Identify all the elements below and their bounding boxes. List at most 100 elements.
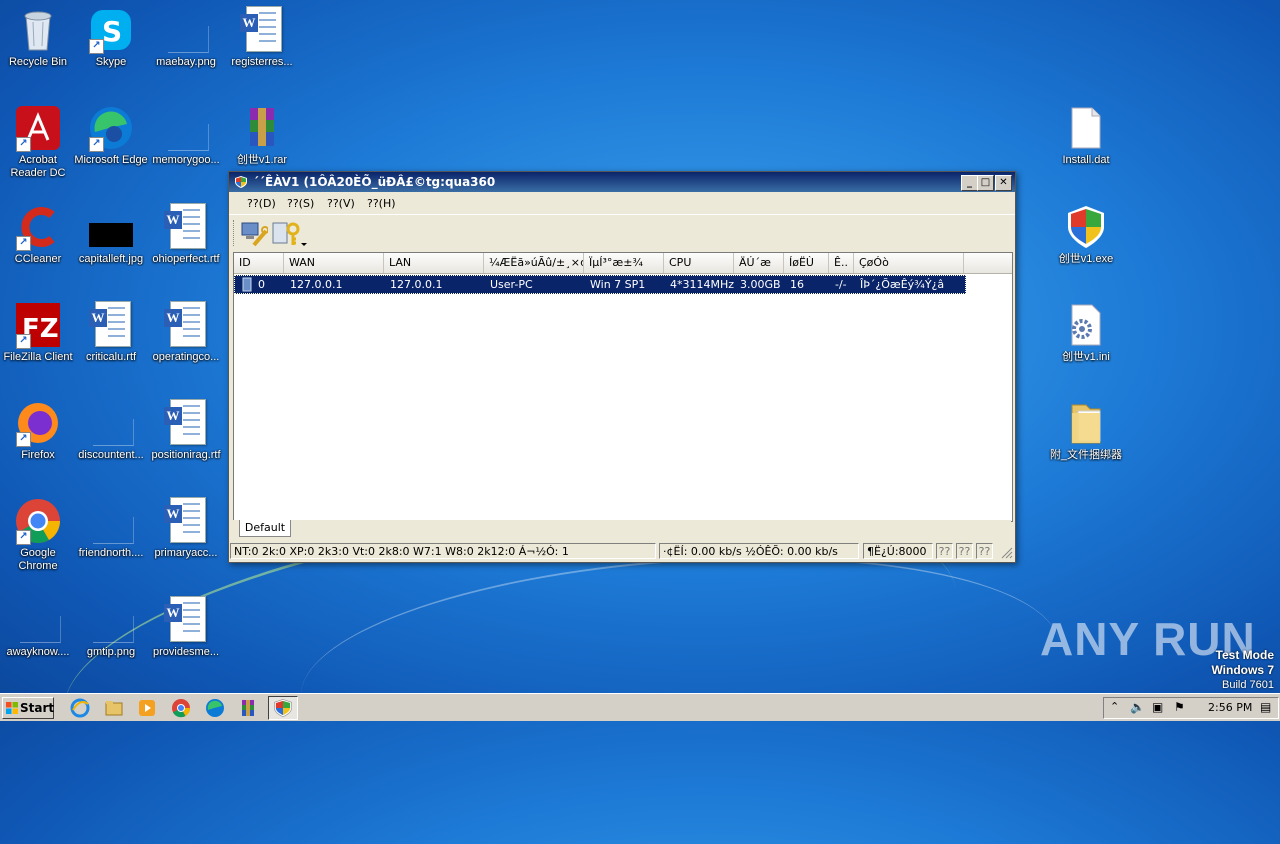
menu-item-s[interactable]: ??(S)	[287, 197, 314, 210]
skype-icon: S ↗	[87, 6, 135, 54]
volume-icon[interactable]: 🔈	[1130, 700, 1145, 714]
internet-explorer-icon[interactable]	[70, 698, 90, 718]
explorer-folder-icon[interactable]	[104, 698, 124, 718]
column-header-camera[interactable]: Ê..	[829, 253, 854, 273]
desktop-icon-positionirag[interactable]: W positionirag.rtf	[148, 399, 224, 462]
chrome-icon: ↗	[14, 497, 62, 545]
desktop-icon-friendnorth[interactable]: friendnorth....	[73, 497, 149, 560]
taskbar-app-remote-admin[interactable]	[268, 696, 298, 720]
table-row[interactable]: 0 127.0.0.1 127.0.0.1 User-PC Win 7 SP1 …	[234, 275, 966, 294]
computer-wrench-icon	[241, 222, 269, 247]
menu-item-v[interactable]: ??(V)	[327, 197, 355, 210]
show-hidden-icons-icon[interactable]: ⌃	[1110, 700, 1119, 713]
cell-cpu: 4*3114MHz	[670, 278, 735, 291]
winrar-icon[interactable]	[238, 698, 258, 718]
os-name-line: Windows 7	[1211, 663, 1274, 677]
desktop-icon-recycle-bin[interactable]: Recycle Bin	[0, 6, 76, 69]
desktop-icon-maebay[interactable]: maebay.png	[148, 6, 224, 69]
windows-logo-icon	[6, 702, 18, 714]
desktop-icon-edge[interactable]: ↗ Microsoft Edge	[73, 104, 149, 167]
status-indicator-3: ??	[976, 543, 993, 559]
desktop-icon-skype[interactable]: S ↗ Skype	[73, 6, 149, 69]
chrome-icon[interactable]	[171, 698, 191, 718]
key-computer-icon	[272, 222, 307, 246]
build-tool-button[interactable]	[271, 219, 307, 247]
desktop-icon-chrome[interactable]: ↗ Google Chrome	[0, 497, 76, 573]
column-header-region[interactable]: ÇøÓò	[854, 253, 964, 273]
edge-icon[interactable]	[205, 698, 225, 718]
winrar-archive-icon	[238, 104, 286, 152]
desktop-icon-providesme[interactable]: W providesme...	[148, 596, 224, 659]
action-center-flag-icon[interactable]: ⚑	[1174, 700, 1185, 714]
column-header-id[interactable]: ID	[234, 253, 284, 273]
remote-admin-window[interactable]: ´´ÊÀV1 (1ÔÂ20ÈÕ_üÐÂ£©tg:qua360 _ □ ✕ ??(…	[228, 171, 1016, 563]
group-tabs: Default	[233, 520, 1011, 538]
desktop-icon-rar-archive[interactable]: 创世v1.rar	[224, 104, 300, 167]
shortcut-arrow-icon: ↗	[16, 236, 31, 251]
close-button[interactable]: ✕	[995, 175, 1012, 191]
tab-default[interactable]: Default	[239, 520, 291, 537]
shield-icon	[274, 699, 292, 717]
desktop-icon-memorygoo[interactable]: memorygoo...	[148, 104, 224, 167]
show-desktop-icon[interactable]: ▤	[1260, 700, 1271, 714]
column-header-wan[interactable]: WAN	[284, 253, 384, 273]
word-document-icon: W	[162, 399, 210, 447]
edge-icon: ↗	[87, 104, 135, 152]
column-header-cpu[interactable]: CPU	[664, 253, 734, 273]
column-header-hostname[interactable]: ¼ÆËã»úÃû/±¸×¢	[484, 253, 584, 273]
desktop-icon-registerres[interactable]: W registerres...	[224, 6, 300, 69]
desktop-icon-criticalu[interactable]: W criticalu.rtf	[73, 301, 149, 364]
word-document-icon: W	[162, 497, 210, 545]
desktop-icon-acrobat[interactable]: ↗ Acrobat Reader DC	[0, 104, 76, 180]
system-tray: ⌃ 🔈 ▣ ⚑ 2:56 PM ▤	[1103, 697, 1279, 719]
desktop-icon-ini[interactable]: 创世v1.ini	[1048, 301, 1124, 364]
desktop-icon-primaryacc[interactable]: W primaryacc...	[148, 497, 224, 560]
status-indicator-1: ??	[936, 543, 953, 559]
word-document-icon: W	[162, 596, 210, 644]
desktop-icon-folder[interactable]: 附_文件捆绑器	[1048, 399, 1124, 462]
image-file-icon	[87, 399, 135, 447]
maximize-button[interactable]: □	[977, 175, 994, 191]
desktop-icon-firefox[interactable]: ↗ Firefox	[0, 399, 76, 462]
shortcut-arrow-icon: ↗	[89, 137, 104, 152]
test-mode-line: Test Mode	[1215, 648, 1274, 662]
menu-item-h[interactable]: ??(H)	[367, 197, 396, 210]
column-header-speed[interactable]: ÍøËÙ	[784, 253, 829, 273]
media-player-icon[interactable]	[137, 698, 157, 718]
recycle-bin-icon	[14, 6, 62, 54]
desktop-icon-capitalleft[interactable]: capitalleft.jpg	[73, 203, 149, 266]
column-header-memory[interactable]: ÄÚ´æ	[734, 253, 784, 273]
resize-grip-icon[interactable]	[1001, 547, 1013, 559]
desktop-icon-ccleaner[interactable]: ↗ CCleaner	[0, 203, 76, 266]
window-titlebar[interactable]: ´´ÊÀV1 (1ÔÂ20ÈÕ_üÐÂ£©tg:qua360 _ □ ✕	[229, 172, 1015, 192]
column-header-lan[interactable]: LAN	[384, 253, 484, 273]
menu-item-d[interactable]: ??(D)	[247, 197, 276, 210]
desktop-icon-install-dat[interactable]: Install.dat	[1048, 104, 1124, 167]
shortcut-arrow-icon: ↗	[16, 432, 31, 447]
settings-file-icon	[1062, 301, 1110, 349]
desktop-icon-discountent[interactable]: discountent...	[73, 399, 149, 462]
status-os-counts: NT:0 2k:0 XP:0 2k3:0 Vt:0 2k8:0 W7:1 W8:…	[230, 543, 656, 559]
desktop-icon-gmtip[interactable]: gmtip.png	[73, 596, 149, 659]
connections-list[interactable]: ID WAN LAN ¼ÆËã»úÃû/±¸×¢ ÏµÍ³°æ±¾ CPU ÄÚ…	[233, 252, 1013, 522]
start-button[interactable]: Start	[2, 697, 54, 719]
start-label: Start	[20, 701, 55, 715]
settings-tool-button[interactable]	[240, 219, 269, 247]
folder-icon	[1062, 399, 1110, 447]
image-file-icon	[87, 203, 135, 251]
desktop-icon-ohioperfect[interactable]: W ohioperfect.rtf	[148, 203, 224, 266]
desktop-icon-filezilla[interactable]: FZ ↗ FileZilla Client	[0, 301, 76, 364]
test-mode-notice: Test Mode Windows 7 Build 7601	[1211, 648, 1274, 692]
desktop-icon-awayknow[interactable]: awayknow....	[0, 596, 76, 659]
image-file-icon	[162, 104, 210, 152]
status-bar: NT:0 2k:0 XP:0 2k3:0 Vt:0 2k8:0 W7:1 W8:…	[229, 541, 1015, 561]
network-icon[interactable]: ▣	[1152, 700, 1163, 714]
cell-id: 0	[258, 278, 265, 291]
taskbar-clock[interactable]: 2:56 PM	[1208, 701, 1252, 714]
desktop-icon-operatingco[interactable]: W operatingco...	[148, 301, 224, 364]
desktop-icon-exe[interactable]: 创世v1.exe	[1048, 203, 1124, 266]
menu-bar: ??(D) ??(S) ??(V) ??(H)	[229, 193, 1015, 213]
toolbar-grip[interactable]	[233, 220, 237, 246]
column-header-os[interactable]: ÏµÍ³°æ±¾	[584, 253, 664, 273]
minimize-button[interactable]: _	[961, 175, 978, 191]
